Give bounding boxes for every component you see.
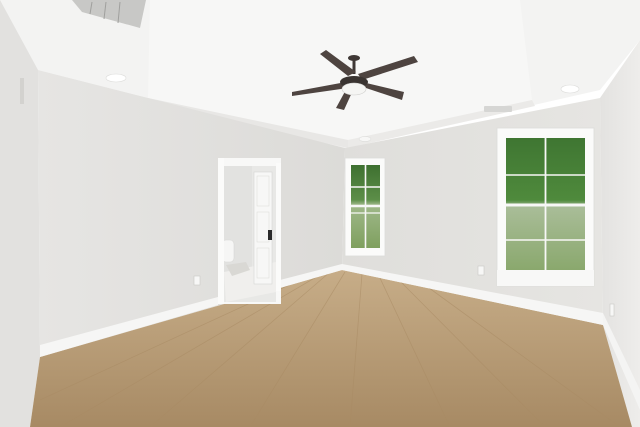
room-scene bbox=[0, 0, 640, 427]
wall-outlet-icon bbox=[477, 265, 485, 276]
window-back-wall bbox=[344, 157, 386, 257]
bathroom-doorway bbox=[218, 158, 281, 304]
light-switch-icon bbox=[20, 78, 24, 104]
air-vent-icon bbox=[484, 106, 512, 112]
left-wall bbox=[0, 0, 40, 427]
recessed-light-icon bbox=[560, 84, 580, 94]
wall-outlet-icon bbox=[193, 275, 201, 286]
recessed-light-icon bbox=[105, 73, 127, 83]
recessed-light-icon bbox=[358, 136, 372, 142]
wall-outlet-icon bbox=[609, 303, 615, 317]
door-handle-icon bbox=[268, 230, 272, 240]
window-right-large bbox=[496, 127, 595, 287]
